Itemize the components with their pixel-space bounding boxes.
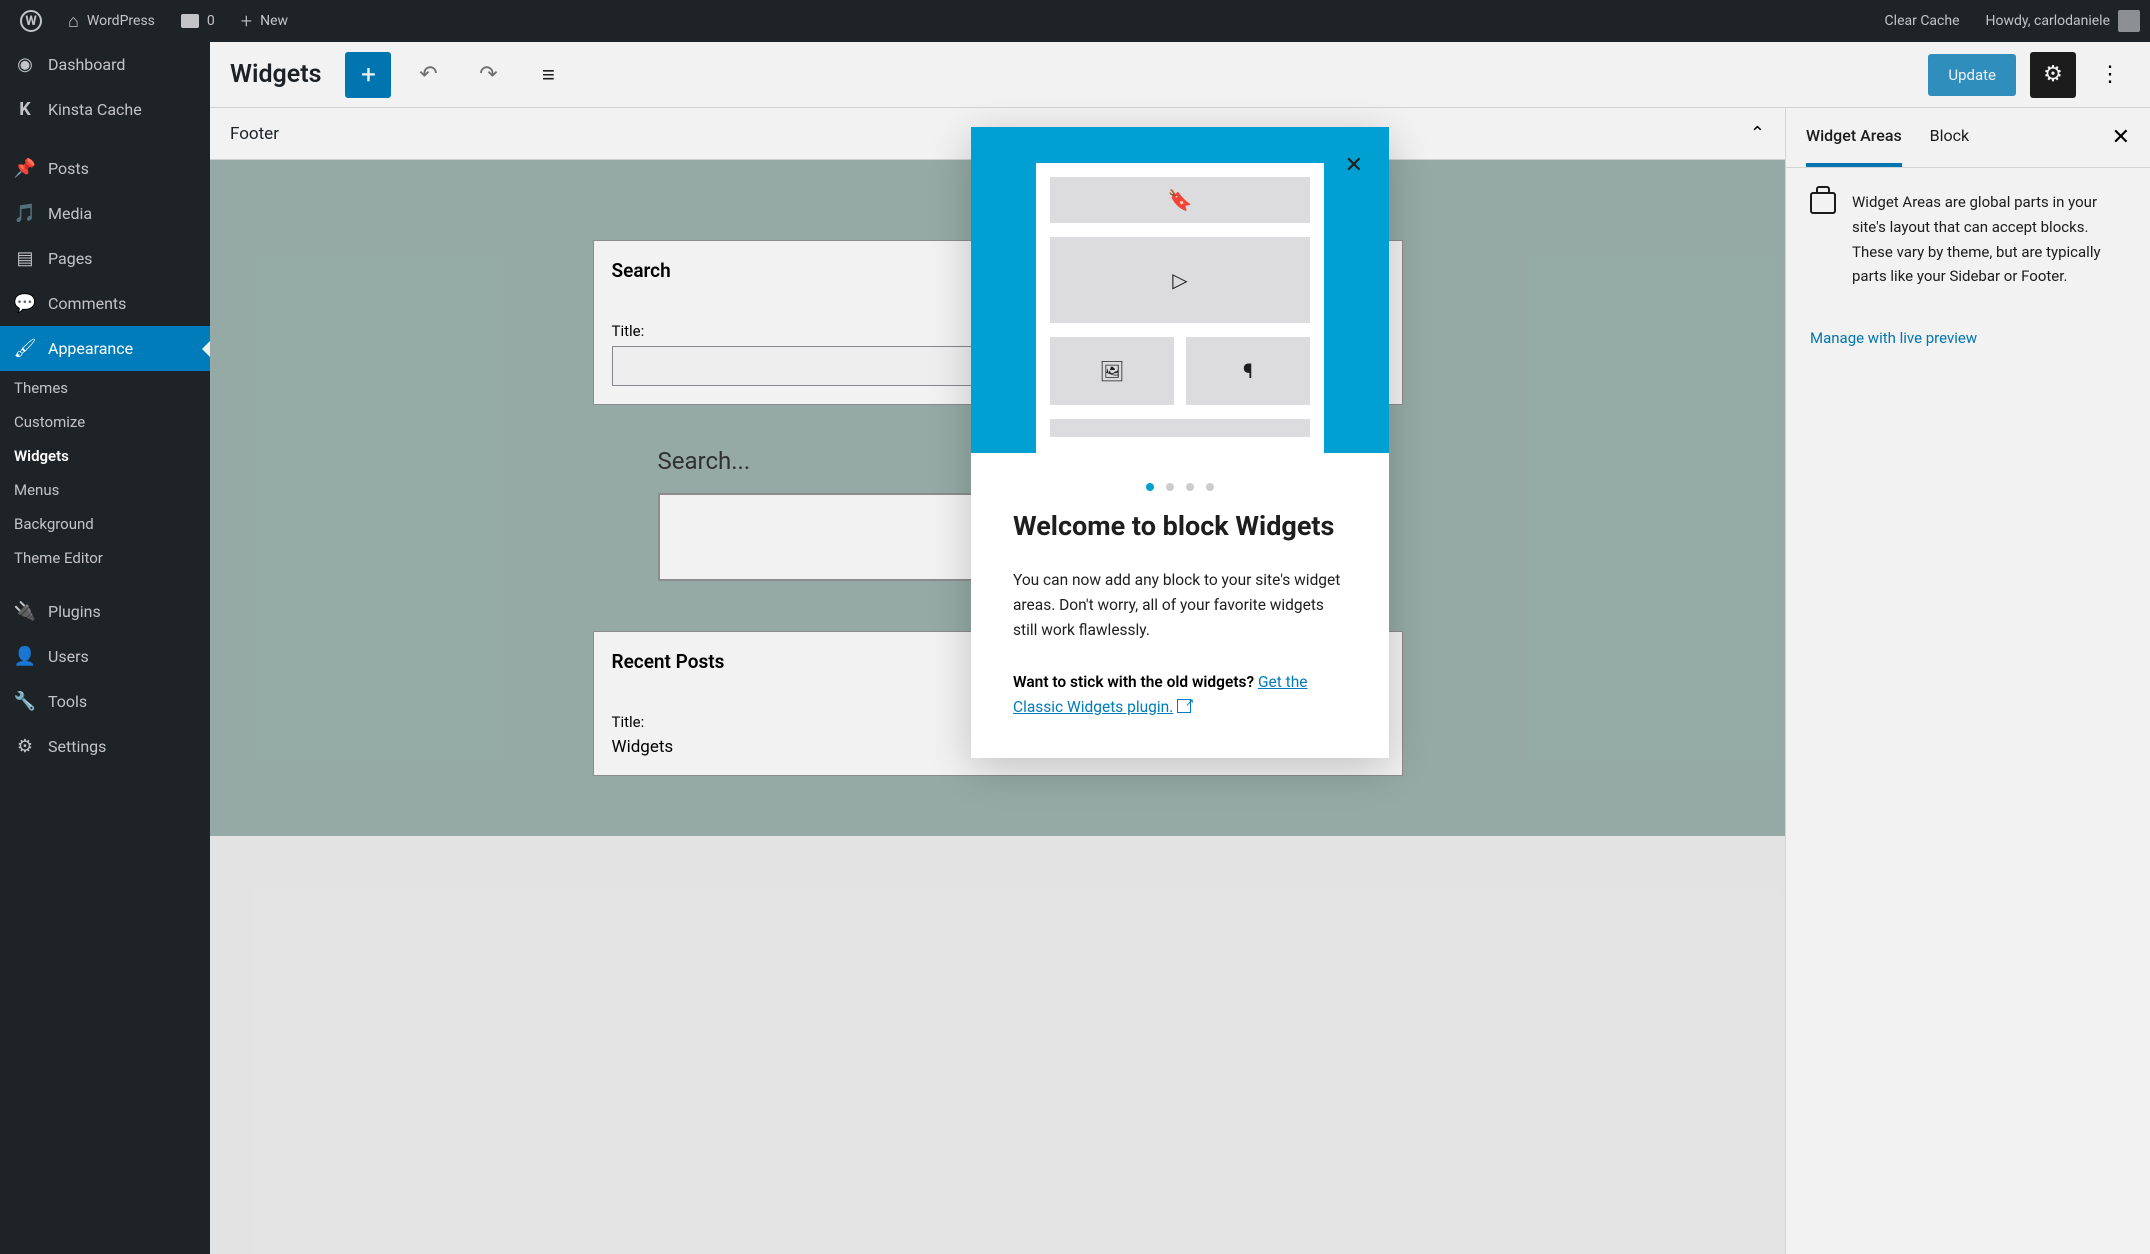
media-icon: 🎵 [14,203,36,225]
sub-item-background[interactable]: Background [0,507,210,541]
dashboard-icon: ◉ [14,54,36,76]
editor-main: Widgets + ↶ ↷ ≡ Update ⚙ ⋮ Footer ⌃ Sear… [210,42,2150,1254]
new-label: New [260,13,288,29]
sidebar-item-appearance[interactable]: 🖌Appearance [0,326,210,371]
plug-icon: 🔌 [14,601,36,623]
sidebar-item-comments[interactable]: 💬Comments [0,281,210,326]
wordpress-icon: W [20,10,42,32]
modal-close-button[interactable]: ✕ [1345,153,1363,178]
sub-item-menus[interactable]: Menus [0,473,210,507]
site-name: WordPress [87,13,155,29]
kinsta-icon: K [14,99,36,121]
pagination-dots [971,453,1389,509]
comment-icon [181,14,199,28]
comments-link[interactable]: 0 [171,0,225,42]
modal-hero: 🔖 ▷ 🖼 ¶ [971,127,1389,453]
account-menu[interactable]: Howdy, carlodaniele [1976,0,2140,42]
sidebar-item-media[interactable]: 🎵Media [0,191,210,236]
dot-1[interactable] [1146,483,1154,491]
wrench-icon: 🔧 [14,691,36,713]
dot-2[interactable] [1166,483,1174,491]
sidebar-item-plugins[interactable]: 🔌Plugins [0,589,210,634]
modal-cta-prefix: Want to stick with the old widgets? [1013,673,1258,691]
comments-icon: 💬 [14,293,36,315]
modal-title: Welcome to block Widgets [1013,509,1347,544]
page-icon: ▤ [14,248,36,270]
user-icon: 👤 [14,646,36,668]
sidebar-item-settings[interactable]: ⚙Settings [0,724,210,769]
sub-item-themes[interactable]: Themes [0,371,210,405]
admin-toolbar: W ⌂ WordPress 0 + New Clear Cache Howdy, c… [0,0,2150,42]
comment-count: 0 [207,13,215,29]
howdy-text: Howdy, carlodaniele [1986,13,2110,29]
sidebar-item-posts[interactable]: 📌Posts [0,146,210,191]
sidebar-item-pages[interactable]: ▤Pages [0,236,210,281]
external-link-icon [1177,699,1191,713]
sidebar-item-tools[interactable]: 🔧Tools [0,679,210,724]
sub-item-customize[interactable]: Customize [0,405,210,439]
welcome-modal: 🔖 ▷ 🖼 ¶ ✕ Welcome to block Widgets Y [971,127,1389,758]
play-icon: ▷ [1172,268,1187,292]
sidebar-item-kinsta[interactable]: KKinsta Cache [0,87,210,132]
wp-logo-menu[interactable]: W [10,0,52,42]
pin-icon: 📌 [14,158,36,180]
avatar-icon [2118,10,2140,32]
sliders-icon: ⚙ [14,736,36,758]
sidebar-item-dashboard[interactable]: ◉Dashboard [0,42,210,87]
paragraph-icon: ¶ [1243,359,1253,383]
new-menu[interactable]: + New [231,0,298,42]
sub-item-theme-editor[interactable]: Theme Editor [0,541,210,575]
admin-sidebar: ◉Dashboard KKinsta Cache 📌Posts 🎵Media ▤… [0,42,210,1254]
image-icon: 🖼 [1099,359,1124,383]
site-name-link[interactable]: ⌂ WordPress [58,0,165,42]
modal-cta: Want to stick with the old widgets? Get … [1013,670,1347,720]
plus-icon: + [241,9,252,33]
sub-item-widgets[interactable]: Widgets [0,439,210,473]
bookmark-icon: 🔖 [1168,188,1193,212]
home-icon: ⌂ [68,11,79,32]
sidebar-item-users[interactable]: 👤Users [0,634,210,679]
brush-icon: 🖌 [14,338,36,360]
modal-body-text: You can now add any block to your site's… [1013,568,1347,642]
modal-overlay: 🔖 ▷ 🖼 ¶ ✕ Welcome to block Widgets Y [210,42,2150,1254]
dot-3[interactable] [1186,483,1194,491]
dot-4[interactable] [1206,483,1214,491]
clear-cache-link[interactable]: Clear Cache [1885,13,1960,29]
